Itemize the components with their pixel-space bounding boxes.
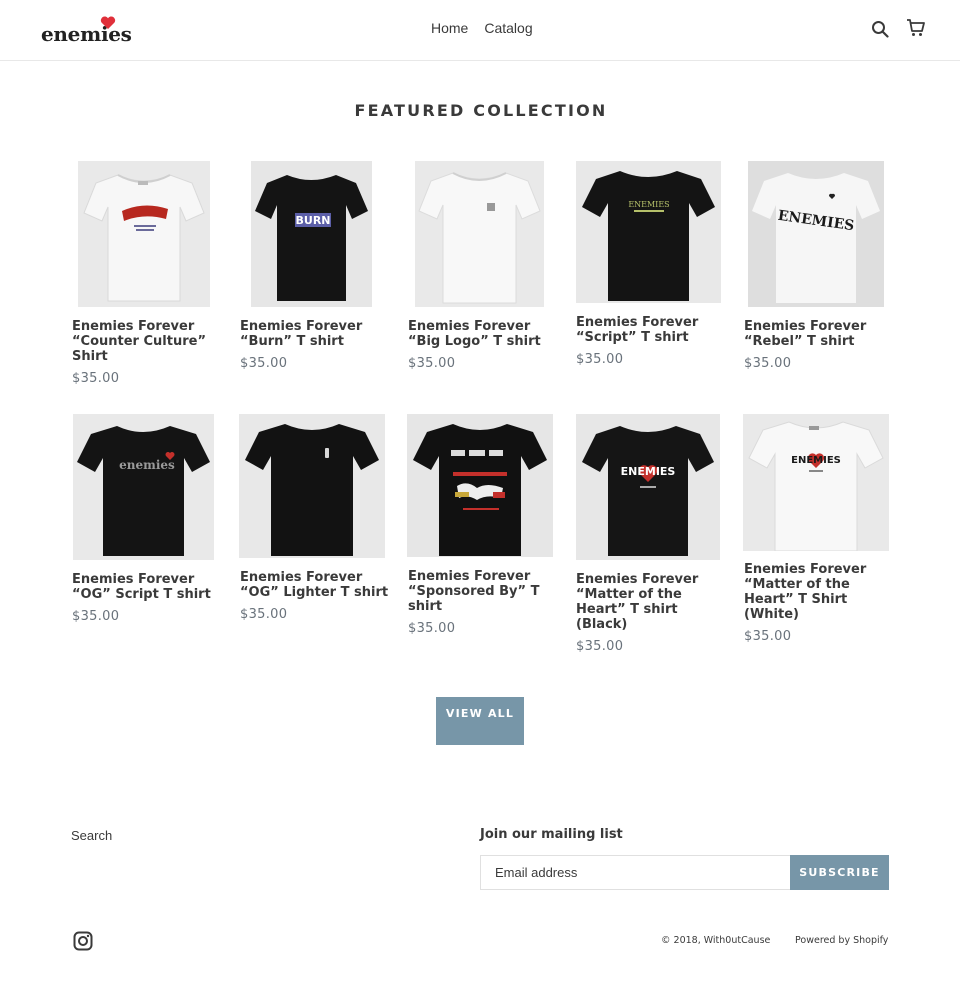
product-price: $35.00: [240, 607, 288, 622]
product-price: $35.00: [72, 609, 120, 624]
product-image[interactable]: ENEMIES: [743, 414, 889, 551]
product-title[interactable]: Enemies Forever “Matter of the Heart” T …: [744, 562, 894, 622]
product-image[interactable]: [239, 414, 385, 558]
powered-by-link[interactable]: Powered by Shopify: [795, 935, 888, 946]
product-title[interactable]: Enemies Forever “Big Logo” T shirt: [408, 319, 558, 349]
product-image[interactable]: ENEMIES: [748, 161, 884, 307]
copyright-text: © 2018, With0utCause: [661, 935, 771, 946]
product-image[interactable]: enemies: [73, 414, 214, 560]
product-price: $35.00: [576, 639, 624, 654]
view-all-button[interactable]: VIEW ALL: [436, 697, 524, 745]
product-title[interactable]: Enemies Forever “Counter Culture” Shirt: [72, 319, 222, 364]
email-field[interactable]: [480, 855, 791, 890]
section-title: FEATURED COLLECTION: [354, 101, 608, 120]
product-title[interactable]: Enemies Forever “Burn” T shirt: [240, 319, 390, 349]
product-image[interactable]: ENEMIES: [576, 414, 720, 560]
nav-home-link[interactable]: Home: [431, 20, 468, 36]
subscribe-button[interactable]: SUBSCRIBE: [790, 855, 889, 890]
footer-search-link[interactable]: Search: [71, 828, 112, 843]
product-title[interactable]: Enemies Forever “Rebel” T shirt: [744, 319, 894, 349]
product-title[interactable]: Enemies Forever “OG” Lighter T shirt: [240, 570, 390, 600]
svg-text:ENEMIES: ENEMIES: [628, 200, 669, 209]
product-title[interactable]: Enemies Forever “Script” T shirt: [576, 315, 726, 345]
product-title[interactable]: Enemies Forever “OG” Script T shirt: [72, 572, 222, 602]
svg-text:enemies: enemies: [119, 458, 175, 472]
product-image[interactable]: [407, 414, 553, 557]
heart-icon: [100, 16, 116, 29]
product-price: $35.00: [408, 356, 456, 371]
product-price: $35.00: [576, 352, 624, 367]
product-title[interactable]: Enemies Forever “Matter of the Heart” T …: [576, 572, 726, 632]
product-price: $35.00: [408, 621, 456, 636]
product-image[interactable]: BURN: [251, 161, 372, 307]
product-image[interactable]: [78, 161, 210, 307]
brand-logo-text: enemies: [41, 22, 132, 46]
product-price: $35.00: [240, 356, 288, 371]
instagram-icon[interactable]: [73, 931, 93, 951]
product-price: $35.00: [72, 371, 120, 386]
svg-text:ENEMIES: ENEMIES: [621, 465, 676, 478]
product-image[interactable]: ENEMIES: [576, 161, 721, 303]
search-icon[interactable]: [871, 20, 889, 38]
product-image[interactable]: [415, 161, 544, 307]
product-price: $35.00: [744, 629, 792, 644]
svg-text:BURN: BURN: [296, 214, 331, 227]
mailing-list-title: Join our mailing list: [480, 827, 623, 842]
product-price: $35.00: [744, 356, 792, 371]
main-nav: Home Catalog: [431, 20, 533, 36]
product-title[interactable]: Enemies Forever “Sponsored By” T shirt: [408, 569, 558, 614]
cart-icon[interactable]: [906, 19, 926, 37]
site-header: enemies Home Catalog: [0, 0, 960, 61]
svg-text:ENEMIES: ENEMIES: [791, 455, 841, 466]
nav-catalog-link[interactable]: Catalog: [484, 20, 532, 36]
brand-logo[interactable]: enemies: [40, 16, 132, 46]
